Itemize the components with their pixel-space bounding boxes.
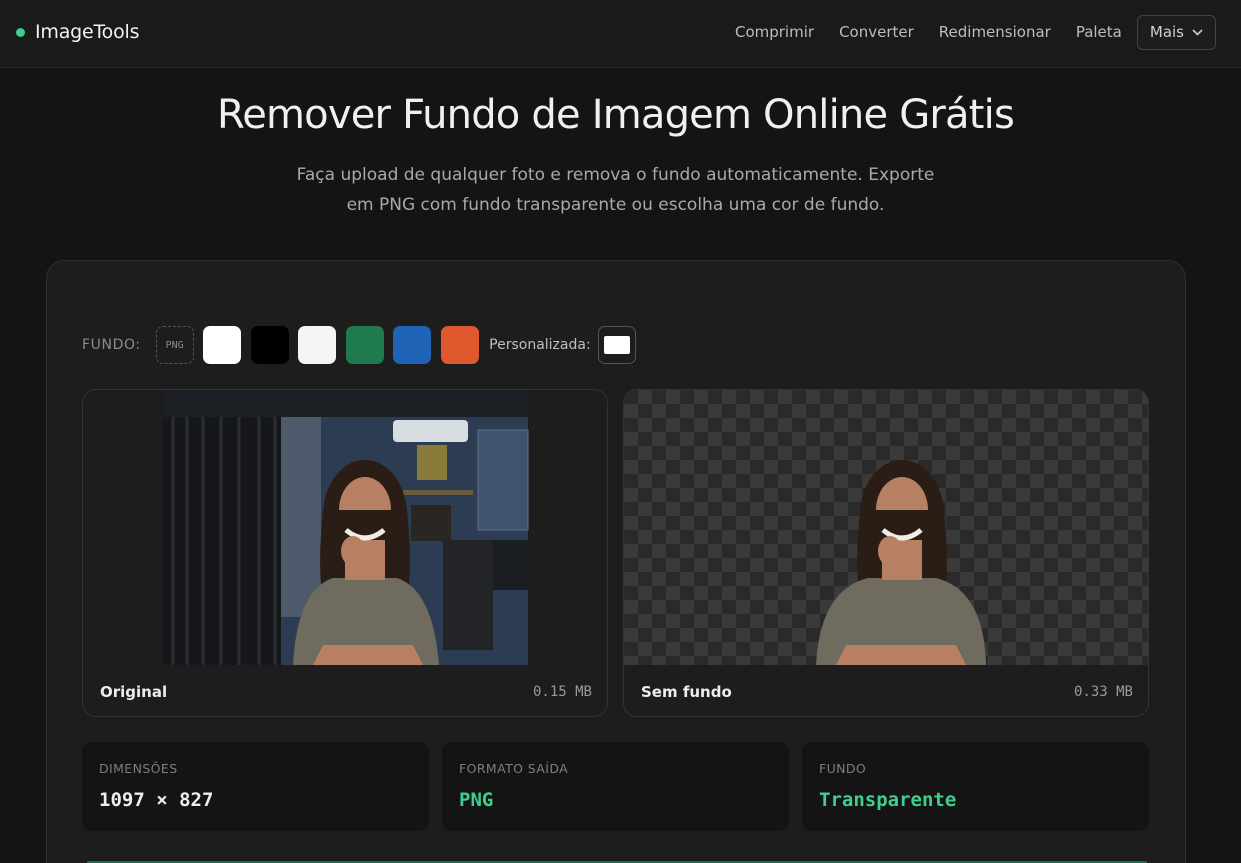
original-file-size: 0.15 MB <box>532 684 592 700</box>
swatch-green[interactable] <box>345 326 384 364</box>
custom-color-label: Personalizada: <box>489 337 591 353</box>
result-file-size: 0.33 MB <box>1073 684 1133 700</box>
swatch-white[interactable] <box>203 326 242 364</box>
original-image-stage <box>83 390 607 665</box>
stat-output-format: FORMATO SAÍDA PNG <box>442 742 789 831</box>
custom-color-picker[interactable] <box>597 326 636 364</box>
background-label: FUNDO: <box>82 337 141 353</box>
nav-link-comprimir[interactable]: Comprimir <box>735 23 814 41</box>
top-navigation-bar: ImageTools Comprimir Converter Redimensi… <box>0 0 1241 68</box>
swatch-off-white[interactable] <box>298 326 337 364</box>
swatch-png-label: PNG <box>165 339 184 351</box>
custom-color-preview <box>603 336 630 354</box>
swatch-blue[interactable] <box>393 326 432 364</box>
original-photo <box>163 390 529 665</box>
stat-dimensions-label: DIMENSÕES <box>99 761 178 776</box>
brand-logo[interactable]: ImageTools <box>16 20 140 44</box>
subtitle-line-2: em PNG com fundo transparente ou escolha… <box>346 195 885 215</box>
chevron-down-icon <box>1192 28 1203 36</box>
result-photo <box>816 460 986 665</box>
result-panel-footer: Sem fundo 0.33 MB <box>624 665 1148 716</box>
nav-link-redimensionar[interactable]: Redimensionar <box>939 23 1051 41</box>
more-menu-label: Mais <box>1149 23 1184 41</box>
original-image-panel: Original 0.15 MB <box>82 389 608 717</box>
swatch-black[interactable] <box>250 326 289 364</box>
page-subtitle: Faça upload de qualquer foto e remova o … <box>280 160 951 220</box>
subtitle-line-1: Faça upload de qualquer foto e remova o … <box>296 165 935 185</box>
brand-dot-icon <box>16 27 25 37</box>
result-image-stage <box>624 390 1148 665</box>
nav-link-paleta[interactable]: Paleta <box>1076 23 1122 41</box>
stat-background: FUNDO Transparente <box>802 742 1149 831</box>
stat-output-format-label: FORMATO SAÍDA <box>459 761 569 776</box>
swatch-orange[interactable] <box>440 326 479 364</box>
more-menu-button[interactable]: Mais <box>1136 14 1216 50</box>
original-label: Original <box>100 683 168 701</box>
stat-dimensions-value: 1097 × 827 <box>99 789 214 811</box>
stat-background-value: Transparente <box>819 789 957 811</box>
background-remover-card: FUNDO: PNG Personalizada: Original 0.15 … <box>46 260 1186 863</box>
brand-name: ImageTools <box>35 21 140 43</box>
original-panel-footer: Original 0.15 MB <box>83 665 607 716</box>
stat-output-format-value: PNG <box>459 789 494 811</box>
swatch-transparent-png[interactable]: PNG <box>155 326 194 364</box>
result-image-panel: Sem fundo 0.33 MB <box>623 389 1149 717</box>
nav-link-converter[interactable]: Converter <box>839 23 914 41</box>
stat-dimensions: DIMENSÕES 1097 × 827 <box>82 742 429 831</box>
result-label: Sem fundo <box>641 683 732 701</box>
page-title: Remover Fundo de Imagem Online Grátis <box>217 92 1015 138</box>
main-nav: Comprimir Converter Redimensionar Paleta… <box>710 14 1216 50</box>
stat-background-label: FUNDO <box>819 761 867 776</box>
background-picker: FUNDO: PNG Personalizada: <box>82 326 636 364</box>
